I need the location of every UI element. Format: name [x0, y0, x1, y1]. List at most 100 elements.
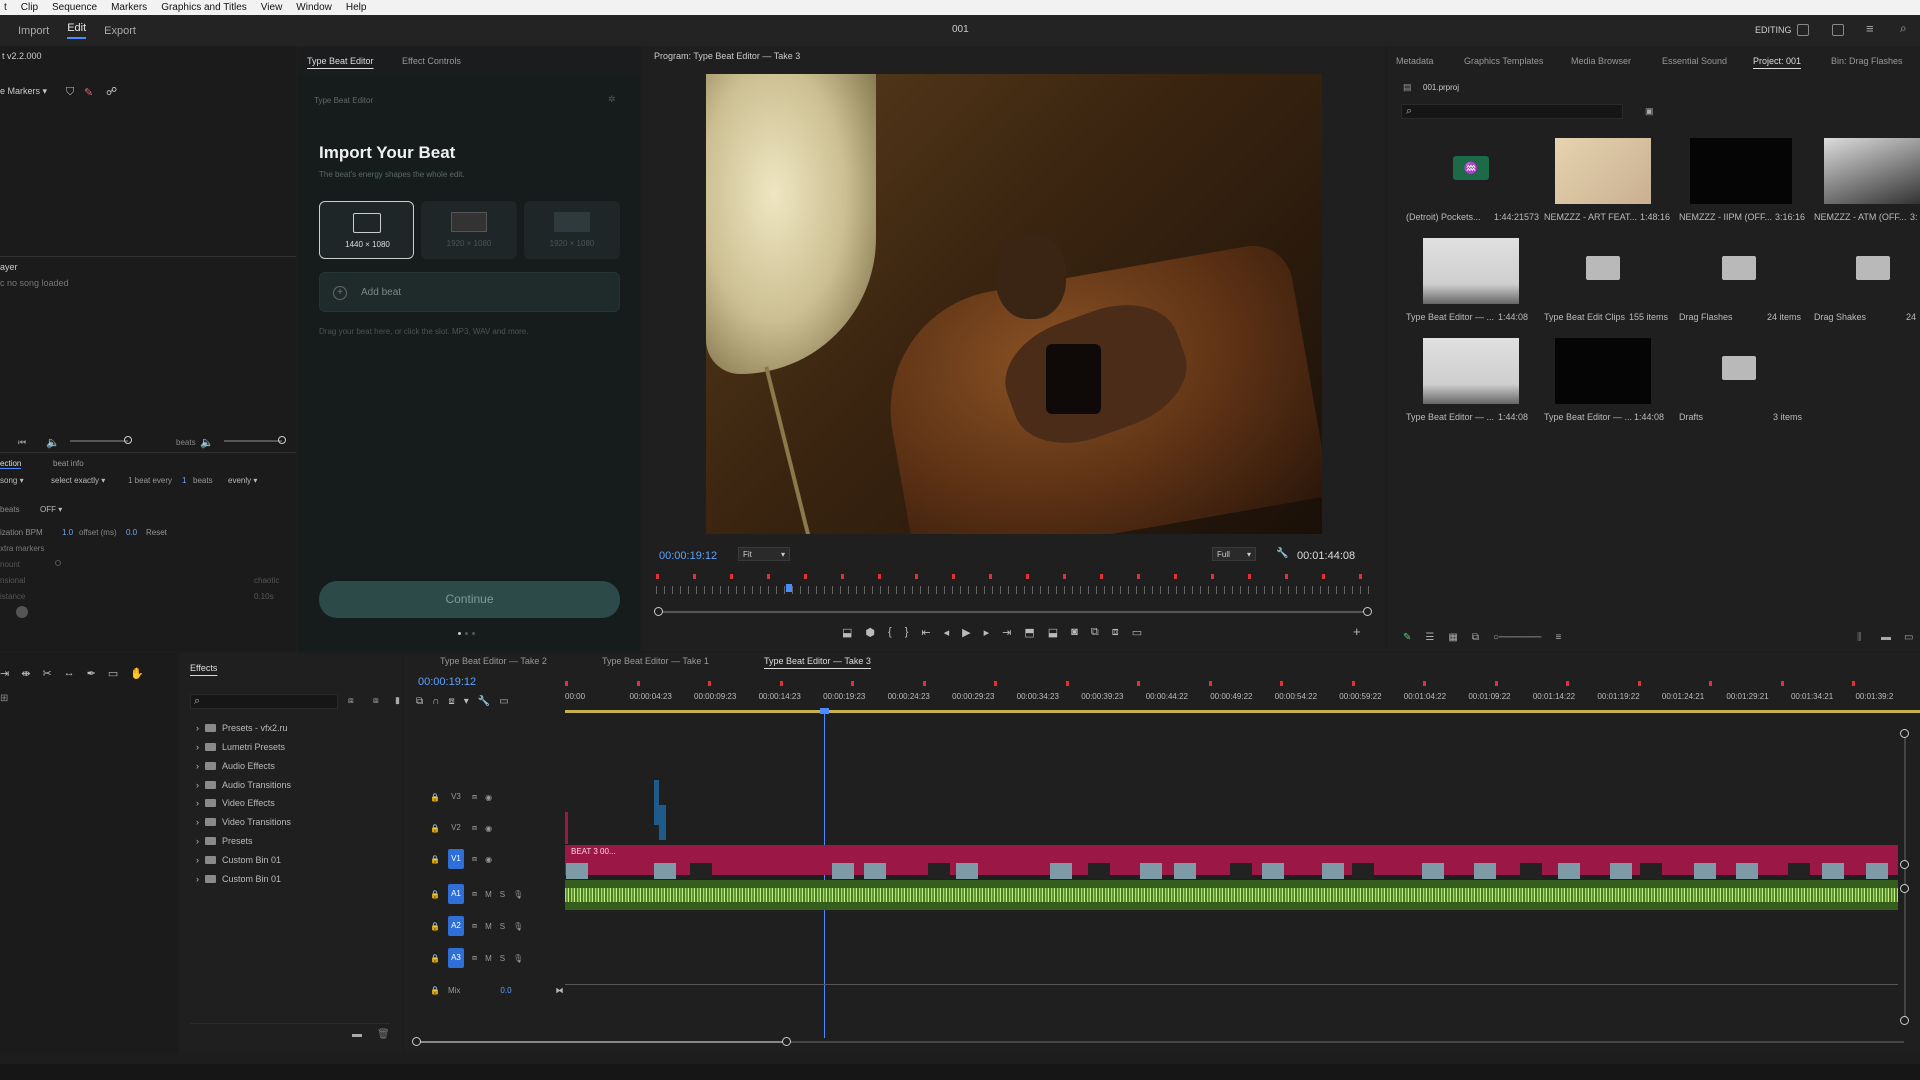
sort-icon[interactable]: ≡ — [1556, 632, 1562, 643]
eye-icon[interactable]: ◉ — [485, 855, 492, 864]
folder-icon[interactable] — [1722, 356, 1756, 380]
media-thumb[interactable] — [1555, 138, 1651, 204]
project-item[interactable]: Type Beat Edit Clips — [1544, 312, 1625, 322]
tab-media-browser[interactable]: Media Browser — [1571, 56, 1631, 66]
timeline-marker-strip[interactable] — [565, 677, 1920, 687]
track-label[interactable]: V2 — [448, 818, 464, 838]
track-label[interactable]: V1 — [447, 849, 464, 869]
timeline-ruler[interactable]: 00:00 00:00:04:23 00:00:09:23 00:00:14:23 00… — [565, 692, 1920, 708]
volume-slider[interactable] — [70, 440, 128, 442]
lift-icon[interactable]: ⬒ — [1024, 626, 1034, 639]
effects-tree-item[interactable]: › Custom Bin 01 — [196, 855, 281, 865]
timeline-marker[interactable] — [1351, 681, 1355, 686]
v2-clip-red[interactable] — [565, 812, 568, 844]
program-marker[interactable] — [1100, 574, 1103, 579]
every-value[interactable]: 1 — [182, 476, 186, 485]
bpm-value[interactable]: 1.0 — [62, 528, 73, 537]
list-view-icon[interactable]: ☰ — [1425, 632, 1434, 643]
zoom-handle-left[interactable] — [654, 607, 663, 616]
timeline-marker[interactable] — [1494, 681, 1498, 686]
playhead-handle[interactable] — [820, 708, 829, 714]
skip-icon[interactable]: ⏮ — [18, 437, 26, 448]
snap-icon[interactable]: ∩ — [432, 696, 439, 707]
add-button-icon[interactable]: + — [1353, 624, 1361, 639]
go-to-in-icon[interactable]: ⇤ — [921, 626, 930, 639]
effects-tree-item[interactable]: › Custom Bin 01 — [196, 874, 281, 884]
timeline-marker[interactable] — [1709, 681, 1712, 686]
marker-icon[interactable]: ✎ — [84, 86, 93, 99]
tab-import[interactable]: Import — [18, 25, 49, 37]
beats-volume-icon[interactable]: 🔈 — [200, 436, 214, 449]
program-timecode[interactable]: 00:00:19:12 — [659, 550, 717, 562]
project-item[interactable]: Type Beat Editor — ... — [1406, 412, 1494, 422]
step-back-icon[interactable]: ◂ — [944, 626, 950, 639]
volume-icon[interactable]: 🔈 — [46, 436, 60, 449]
tab-bin-drag-flashes[interactable]: Bin: Drag Flashes — [1831, 56, 1903, 66]
select-mode-dropdown[interactable]: select exactly ▾ — [51, 476, 105, 485]
menu-item-help[interactable]: Help — [346, 2, 367, 13]
a1-audio-clip[interactable] — [565, 880, 1898, 910]
timeline-marker[interactable] — [922, 681, 926, 686]
mix-end-icon[interactable]: ⧓ — [556, 986, 564, 995]
h-scroll-handle-left[interactable] — [412, 1037, 421, 1046]
timeline-timecode[interactable]: 00:00:19:12 — [418, 676, 476, 688]
project-item[interactable]: Type Beat Editor — ... — [1406, 312, 1494, 322]
menu-icon[interactable]: ≡ — [1866, 21, 1874, 36]
format-option-1920a[interactable]: 1920 × 1080 — [421, 201, 517, 259]
format-option-1920b[interactable]: 1920 × 1080 — [524, 201, 620, 259]
program-marker[interactable] — [693, 574, 696, 579]
sync-icon[interactable]: ⧈ — [472, 921, 477, 931]
format-option-1440[interactable]: 1440 × 1080 — [319, 201, 414, 259]
track-label[interactable]: A1 — [447, 884, 464, 904]
export-frame-icon[interactable]: ⬓ — [842, 626, 852, 639]
timeline-marker[interactable] — [779, 681, 783, 686]
tab-effect-controls[interactable]: Effect Controls — [402, 56, 461, 66]
eye-icon[interactable]: ◉ — [485, 793, 492, 802]
media-thumb[interactable] — [1423, 238, 1519, 304]
icon-view-icon[interactable]: ▦ — [1448, 632, 1457, 643]
h-scroll-handle-right[interactable] — [782, 1037, 791, 1046]
solo-icon[interactable]: S — [500, 922, 505, 931]
tab-graphics-templates[interactable]: Graphics Templates — [1464, 56, 1543, 66]
timeline-marker[interactable] — [1065, 681, 1069, 686]
timeline-marker[interactable] — [1852, 681, 1855, 686]
project-search-input[interactable]: ⌕ — [1401, 104, 1623, 119]
project-item[interactable]: NEMZZZ - IIPM (OFF... — [1679, 212, 1772, 222]
nest-icon[interactable]: ⧉ — [416, 696, 423, 707]
zoom-scrollbar[interactable] — [656, 611, 1368, 613]
pen-icon[interactable]: ✒ — [87, 667, 96, 680]
wrench-icon[interactable]: 🔧 — [1276, 548, 1288, 559]
program-marker[interactable] — [1174, 574, 1177, 579]
mute-icon[interactable]: M — [485, 922, 492, 931]
timeline-marker[interactable] — [1637, 681, 1641, 686]
effects-search-input[interactable]: ⌕ — [190, 694, 338, 709]
beats-slider-knob[interactable] — [278, 436, 286, 444]
media-thumb[interactable] — [1555, 338, 1651, 404]
tab-essential-sound[interactable]: Essential Sound — [1662, 56, 1727, 66]
effects-tree-item[interactable]: › Presets - vfx2.ru — [196, 723, 288, 733]
tab-metadata[interactable]: Metadata — [1396, 56, 1434, 66]
menu-item-markers[interactable]: Markers — [111, 2, 147, 13]
captions-icon[interactable]: ▭ — [499, 696, 508, 707]
timeline-marker[interactable] — [1208, 681, 1212, 686]
lock-icon[interactable]: 🔒 — [430, 824, 440, 833]
layout-icon[interactable] — [1797, 24, 1809, 36]
extract-icon[interactable]: ⬓ — [1048, 626, 1058, 639]
program-marker[interactable] — [1248, 574, 1251, 579]
tab-section[interactable]: ection — [0, 459, 22, 469]
mark-in-icon[interactable]: { — [888, 626, 892, 639]
step-forward-icon[interactable]: ▸ — [984, 626, 990, 639]
menu-item-window[interactable]: Window — [296, 2, 332, 13]
program-marker[interactable] — [656, 574, 659, 579]
sync-icon[interactable]: ⧈ — [472, 953, 477, 963]
sync-icon[interactable]: ⧈ — [472, 823, 477, 833]
mute-icon[interactable]: M — [485, 954, 492, 963]
fit-dropdown[interactable]: Fit ▾ — [738, 547, 790, 561]
program-marker[interactable] — [989, 574, 992, 579]
folder-icon[interactable] — [1722, 256, 1756, 280]
zoom-slider-icon[interactable]: ○────── — [1493, 632, 1542, 643]
timeline-marker[interactable] — [1423, 681, 1426, 686]
effects-tree-item[interactable]: › Presets — [196, 836, 253, 846]
camera-icon[interactable]: ◙ — [1071, 626, 1078, 639]
lock-icon[interactable]: 🔒 — [430, 922, 440, 931]
